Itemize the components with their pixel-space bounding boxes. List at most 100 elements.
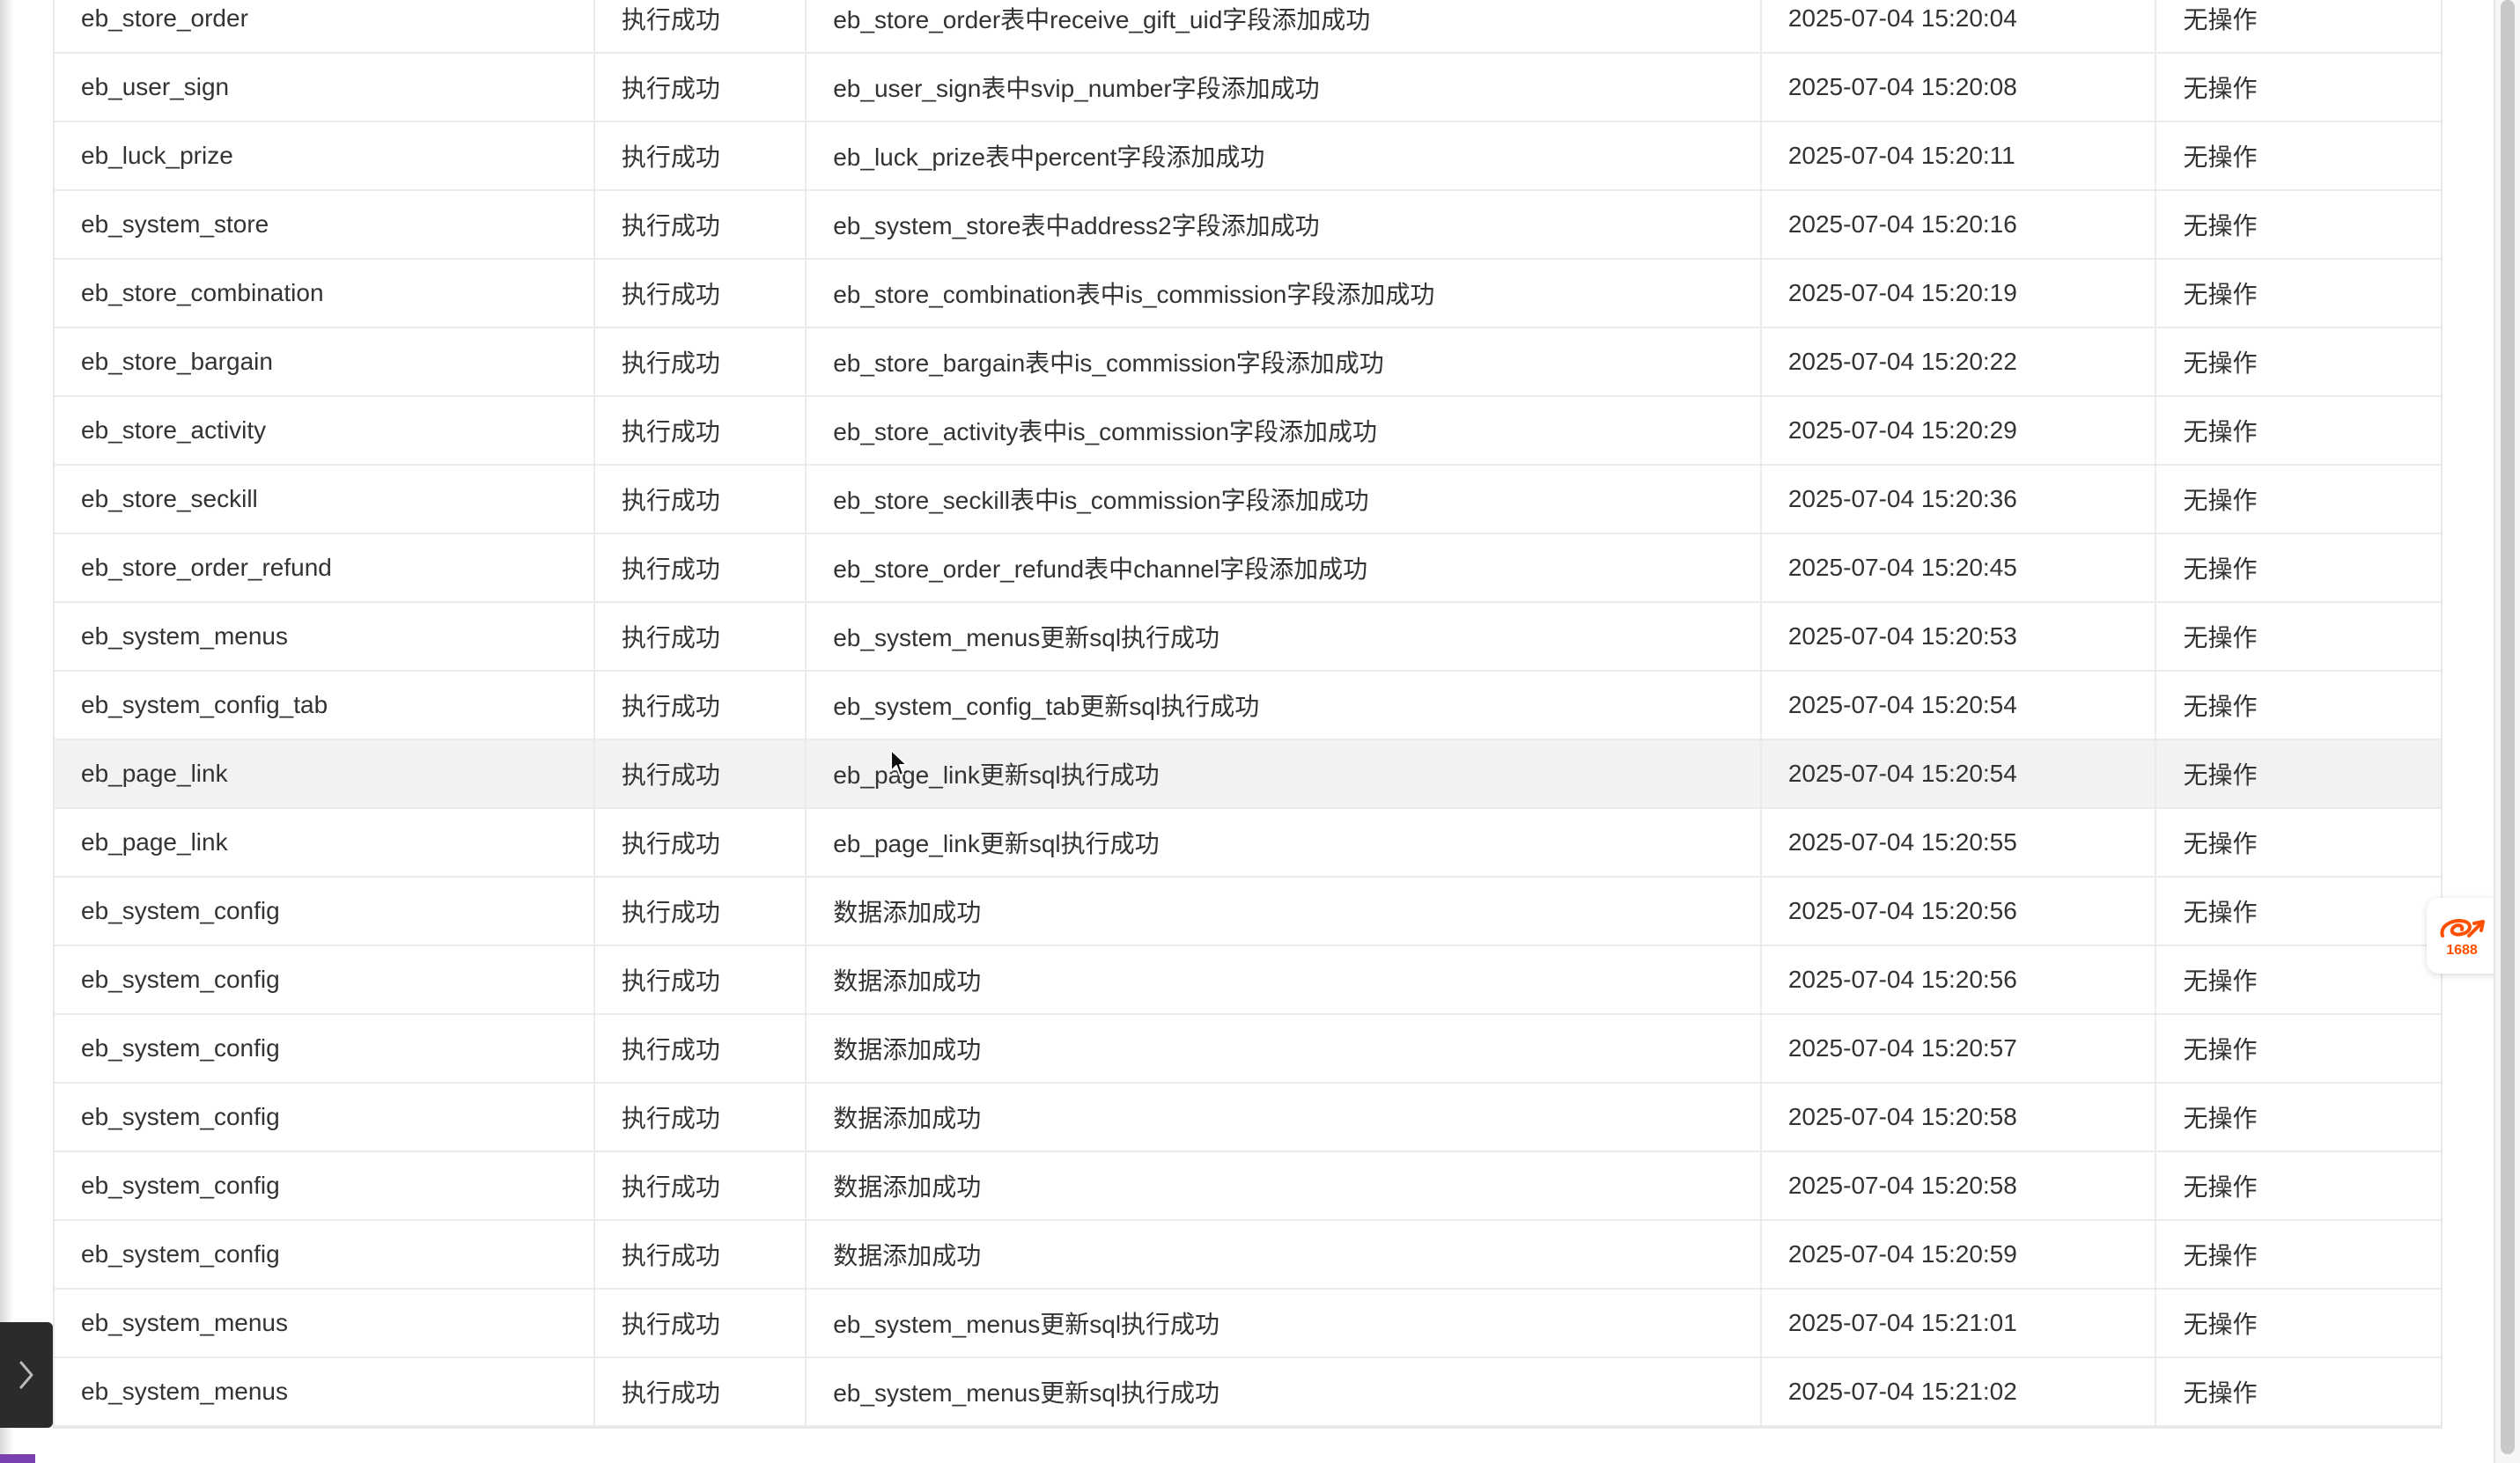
table-name-cell: eb_store_bargain <box>55 327 595 397</box>
table-row: eb_system_config 执行成功 数据添加成功 2025-07-04 15:… <box>55 945 2441 1015</box>
table-name-cell: eb_system_menus <box>55 1289 595 1358</box>
status-cell: 执行成功 <box>593 0 807 54</box>
message-cell: eb_store_bargain表中is_commission字段添加成功 <box>806 327 1762 397</box>
table-name-cell: eb_system_config <box>55 1083 595 1152</box>
action-cell: 无操作 <box>2155 465 2441 534</box>
message-cell: 数据添加成功 <box>806 1083 1762 1152</box>
table-row: eb_system_config 执行成功 数据添加成功 2025-07-04 15:… <box>55 877 2441 946</box>
table-row: eb_system_menus 执行成功 eb_system_menus更新sql执… <box>55 1289 2441 1358</box>
status-cell: 执行成功 <box>593 808 807 878</box>
action-cell: 无操作 <box>2155 0 2441 54</box>
table-row: eb_system_config_tab 执行成功 eb_system_config… <box>55 671 2441 740</box>
action-cell: 无操作 <box>2155 533 2441 603</box>
status-cell: 执行成功 <box>593 877 807 946</box>
vertical-scrollbar[interactable] <box>2494 0 2520 1463</box>
message-cell: eb_store_order表中receive_gift_uid字段添加成功 <box>806 0 1762 54</box>
table-name-cell: eb_store_combination <box>55 259 595 328</box>
status-cell: 执行成功 <box>593 396 807 466</box>
table-name-cell: eb_system_store <box>55 190 595 260</box>
table-row: eb_page_link 执行成功 eb_page_link更新sql执行成功 202… <box>55 808 2441 878</box>
action-cell: 无操作 <box>2155 877 2441 946</box>
time-cell: 2025-07-04 15:20:45 <box>1760 533 2157 603</box>
status-cell: 执行成功 <box>593 53 807 122</box>
table-row: eb_system_config 执行成功 数据添加成功 2025-07-04 15:… <box>55 1083 2441 1152</box>
status-cell: 执行成功 <box>593 671 807 740</box>
action-cell: 无操作 <box>2155 1014 2441 1084</box>
action-cell: 无操作 <box>2155 53 2441 122</box>
time-cell: 2025-07-04 15:20:56 <box>1760 877 2157 946</box>
status-cell: 执行成功 <box>593 1083 807 1152</box>
table-row: eb_system_config 执行成功 数据添加成功 2025-07-04 15:… <box>55 1220 2441 1290</box>
table-row: eb_store_combination 执行成功 eb_store_combina… <box>55 259 2441 328</box>
action-cell: 无操作 <box>2155 1151 2441 1221</box>
action-cell: 无操作 <box>2155 1083 2441 1152</box>
table-name-cell: eb_store_activity <box>55 396 595 466</box>
table-row: eb_system_config 执行成功 数据添加成功 2025-07-04 15:… <box>55 1014 2441 1084</box>
status-cell: 执行成功 <box>593 533 807 603</box>
table-body: eb_store_order 执行成功 eb_store_order表中receiv… <box>55 0 2441 1427</box>
table-row: eb_luck_prize 执行成功 eb_luck_prize表中percent字… <box>55 121 2441 191</box>
table-name-cell: eb_user_sign <box>55 53 595 122</box>
message-cell: eb_store_activity表中is_commission字段添加成功 <box>806 396 1762 466</box>
time-cell: 2025-07-04 15:20:57 <box>1760 1014 2157 1084</box>
status-cell: 执行成功 <box>593 259 807 328</box>
table-name-cell: eb_page_link <box>55 739 595 809</box>
action-cell: 无操作 <box>2155 396 2441 466</box>
table-row: eb_system_menus 执行成功 eb_system_menus更新sql执… <box>55 1357 2441 1427</box>
chevron-right-icon <box>19 1361 33 1389</box>
message-cell: eb_page_link更新sql执行成功 <box>806 739 1762 809</box>
status-cell: 执行成功 <box>593 1151 807 1221</box>
table-row: eb_store_seckill 执行成功 eb_store_seckill表中is… <box>55 465 2441 534</box>
message-cell: eb_store_combination表中is_commission字段添加成… <box>806 259 1762 328</box>
table-row: eb_store_activity 执行成功 eb_store_activity表中… <box>55 396 2441 466</box>
time-cell: 2025-07-04 15:20:08 <box>1760 53 2157 122</box>
action-cell: 无操作 <box>2155 1220 2441 1290</box>
status-cell: 执行成功 <box>593 121 807 191</box>
alibaba-1688-badge[interactable]: 1688 <box>2427 898 2497 974</box>
time-cell: 2025-07-04 15:20:56 <box>1760 945 2157 1015</box>
time-cell: 2025-07-04 15:21:02 <box>1760 1357 2157 1427</box>
time-cell: 2025-07-04 15:21:01 <box>1760 1289 2157 1358</box>
table-name-cell: eb_luck_prize <box>55 121 595 191</box>
message-cell: eb_system_store表中address2字段添加成功 <box>806 190 1762 260</box>
table-name-cell: eb_system_config_tab <box>55 671 595 740</box>
message-cell: eb_user_sign表中svip_number字段添加成功 <box>806 53 1762 122</box>
table-name-cell: eb_system_menus <box>55 602 595 672</box>
scrollbar-thumb[interactable] <box>2501 0 2515 1454</box>
sidebar-expand-button[interactable] <box>0 1322 53 1428</box>
action-cell: 无操作 <box>2155 739 2441 809</box>
table-name-cell: eb_system_config <box>55 877 595 946</box>
table-name-cell: eb_store_seckill <box>55 465 595 534</box>
time-cell: 2025-07-04 15:20:11 <box>1760 121 2157 191</box>
badge-label: 1688 <box>2446 943 2478 958</box>
action-cell: 无操作 <box>2155 602 2441 672</box>
page: eb_store_order 执行成功 eb_store_order表中receiv… <box>0 0 2520 1463</box>
upgrade-log-table-container: eb_store_order 执行成功 eb_store_order表中receiv… <box>53 0 2443 1429</box>
table-row: eb_store_bargain 执行成功 eb_store_bargain表中is… <box>55 327 2441 397</box>
time-cell: 2025-07-04 15:20:04 <box>1760 0 2157 54</box>
action-cell: 无操作 <box>2155 190 2441 260</box>
action-cell: 无操作 <box>2155 671 2441 740</box>
time-cell: 2025-07-04 15:20:54 <box>1760 739 2157 809</box>
action-cell: 无操作 <box>2155 945 2441 1015</box>
status-cell: 执行成功 <box>593 1220 807 1290</box>
mouse-cursor-icon <box>890 749 908 776</box>
action-cell: 无操作 <box>2155 121 2441 191</box>
message-cell: eb_system_config_tab更新sql执行成功 <box>806 671 1762 740</box>
table-name-cell: eb_system_menus <box>55 1357 595 1427</box>
status-cell: 执行成功 <box>593 465 807 534</box>
status-cell: 执行成功 <box>593 1289 807 1358</box>
time-cell: 2025-07-04 15:20:36 <box>1760 465 2157 534</box>
time-cell: 2025-07-04 15:20:22 <box>1760 327 2157 397</box>
table-name-cell: eb_page_link <box>55 808 595 878</box>
message-cell: eb_system_menus更新sql执行成功 <box>806 1357 1762 1427</box>
action-cell: 无操作 <box>2155 1357 2441 1427</box>
table-row: eb_store_order 执行成功 eb_store_order表中receiv… <box>55 0 2441 54</box>
status-cell: 执行成功 <box>593 327 807 397</box>
time-cell: 2025-07-04 15:20:58 <box>1760 1151 2157 1221</box>
upgrade-log-table: eb_store_order 执行成功 eb_store_order表中receiv… <box>55 0 2441 1427</box>
message-cell: 数据添加成功 <box>806 1151 1762 1221</box>
table-name-cell: eb_store_order <box>55 0 595 54</box>
message-cell: 数据添加成功 <box>806 877 1762 946</box>
message-cell: eb_store_order_refund表中channel字段添加成功 <box>806 533 1762 603</box>
